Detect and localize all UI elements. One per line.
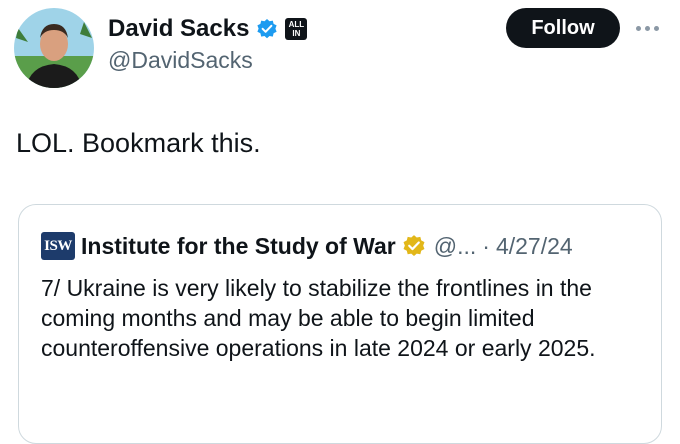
verified-badge-icon xyxy=(257,19,278,39)
more-dot xyxy=(645,25,650,31)
quoted-tweet-date[interactable]: 4/27/24 xyxy=(496,233,573,260)
author-handle[interactable]: @DavidSacks xyxy=(108,47,253,74)
quoted-author-avatar[interactable]: ISW xyxy=(41,232,75,260)
quoted-tweet-text: 7/ Ukraine is very likely to stabilize t… xyxy=(41,275,596,361)
quoted-tweet-header: ISW Institute for the Study of War @... … xyxy=(41,229,573,263)
quoted-tweet-card[interactable]: ISW Institute for the Study of War @... … xyxy=(18,204,662,444)
more-options-icon[interactable] xyxy=(636,18,668,38)
author-avatar[interactable] xyxy=(14,8,94,88)
more-dot xyxy=(636,25,641,31)
quoted-author-name[interactable]: Institute for the Study of War xyxy=(81,233,396,260)
more-dot xyxy=(654,25,659,31)
affiliate-badge-text: ALL IN xyxy=(288,20,305,38)
isw-logo-text: ISW xyxy=(44,237,72,254)
author-name-row: David Sacks ALL IN xyxy=(108,12,308,46)
author-name[interactable]: David Sacks xyxy=(108,15,249,43)
affiliate-badge[interactable]: ALL IN xyxy=(285,18,308,40)
quoted-author-handle[interactable]: @... xyxy=(434,233,477,260)
header-separator: · xyxy=(482,232,490,259)
follow-button[interactable]: Follow xyxy=(506,8,620,48)
gold-verified-badge-icon xyxy=(403,235,425,257)
tweet-text: LOL. Bookmark this. xyxy=(16,128,261,158)
